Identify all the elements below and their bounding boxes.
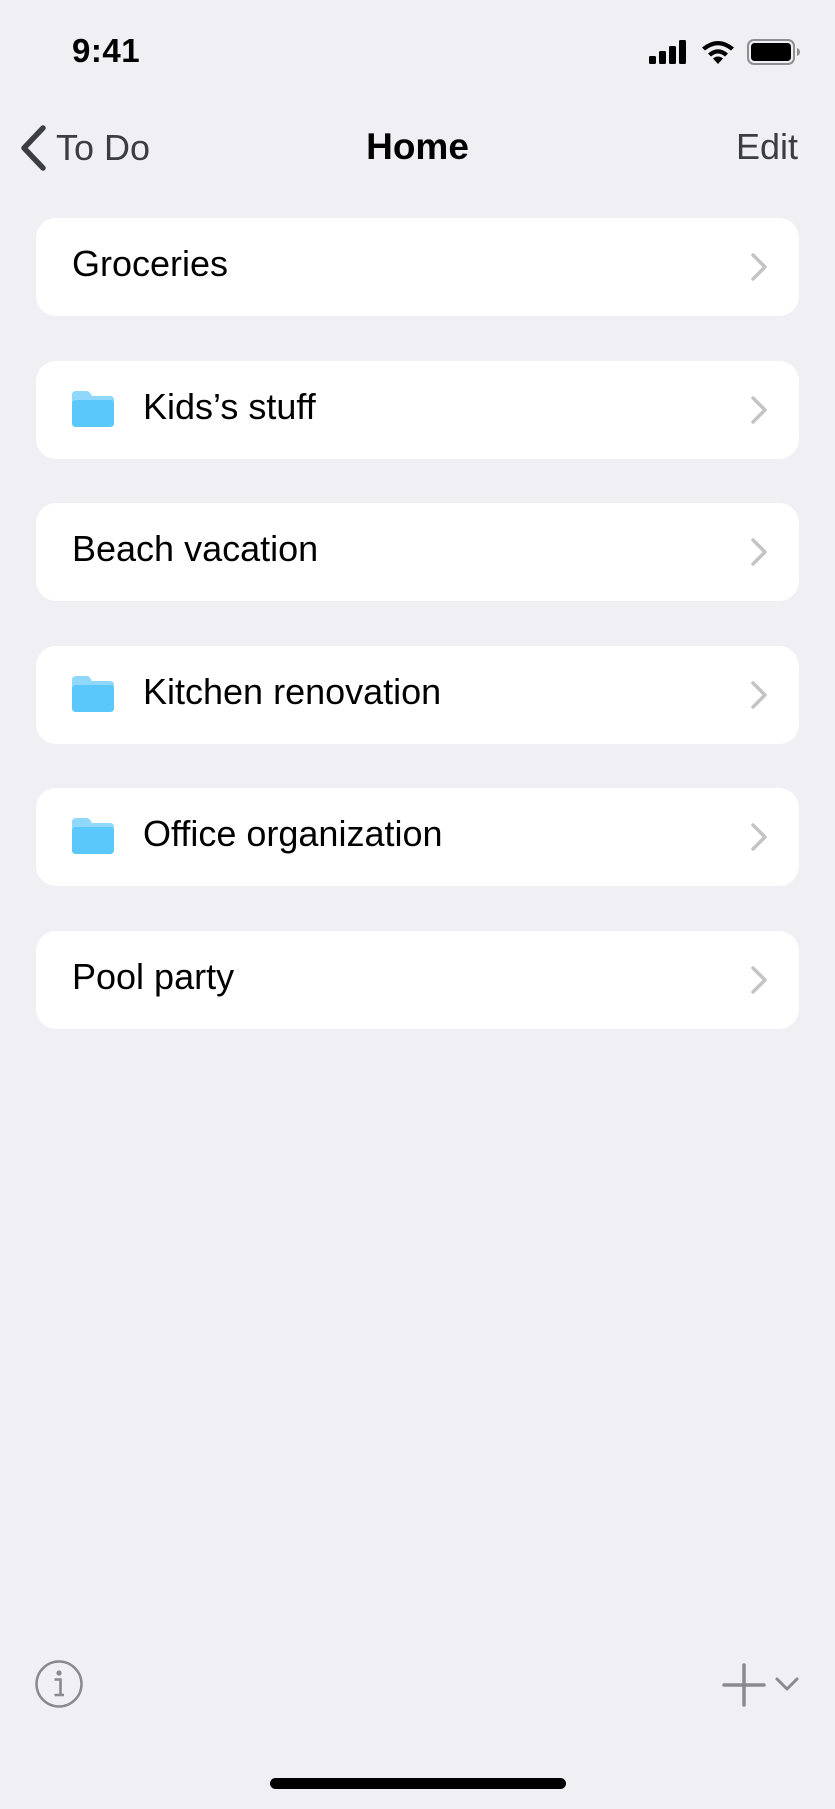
list-item-label: Pool party [72, 955, 235, 997]
chevron-right-icon [751, 680, 767, 709]
chevron-down-icon[interactable] [774, 1675, 800, 1693]
folder-icon [72, 818, 114, 854]
status-time: 9:41 [72, 32, 141, 69]
list-item-groceries[interactable]: Groceries [36, 218, 799, 316]
navigation-bar: To Do Home Edit [0, 110, 835, 186]
status-icons [649, 38, 801, 66]
edit-button[interactable]: Edit [736, 126, 798, 168]
wifi-icon [702, 41, 734, 64]
page-title: Home [366, 126, 469, 167]
list-item-kitchen-renovation[interactable]: Kitchen renovation [36, 645, 799, 744]
list-item-pool-party[interactable]: Pool party [36, 930, 799, 1029]
list-item-label: Kids’s stuff [143, 385, 316, 427]
chevron-right-icon [751, 538, 767, 566]
info-icon[interactable] [34, 1659, 84, 1709]
status-bar: 9:41 [0, 0, 835, 100]
folder-icon [72, 390, 114, 427]
list-item-label: Kitchen renovation [143, 670, 442, 712]
chevron-right-icon [751, 823, 767, 851]
folder-icon [72, 675, 114, 712]
list-item-label: Groceries [72, 243, 229, 284]
list-item-office-organization[interactable]: Office organization [36, 788, 799, 886]
plus-icon[interactable] [722, 1663, 766, 1707]
chevron-right-icon [751, 965, 767, 994]
battery-icon [747, 39, 800, 65]
list-item-label: Beach vacation [72, 528, 319, 569]
lists-container: Groceries Kids’s stuff Beach vacation Ki… [36, 218, 799, 1073]
chevron-right-icon [751, 395, 767, 424]
list-item-beach-vacation[interactable]: Beach vacation [36, 503, 799, 601]
home-indicator[interactable] [270, 1778, 566, 1789]
chevron-right-icon [751, 253, 767, 281]
cellular-signal-icon [649, 40, 686, 64]
list-item-label: Office organization [143, 813, 443, 854]
list-item-kids-stuff[interactable]: Kids’s stuff [36, 360, 799, 459]
